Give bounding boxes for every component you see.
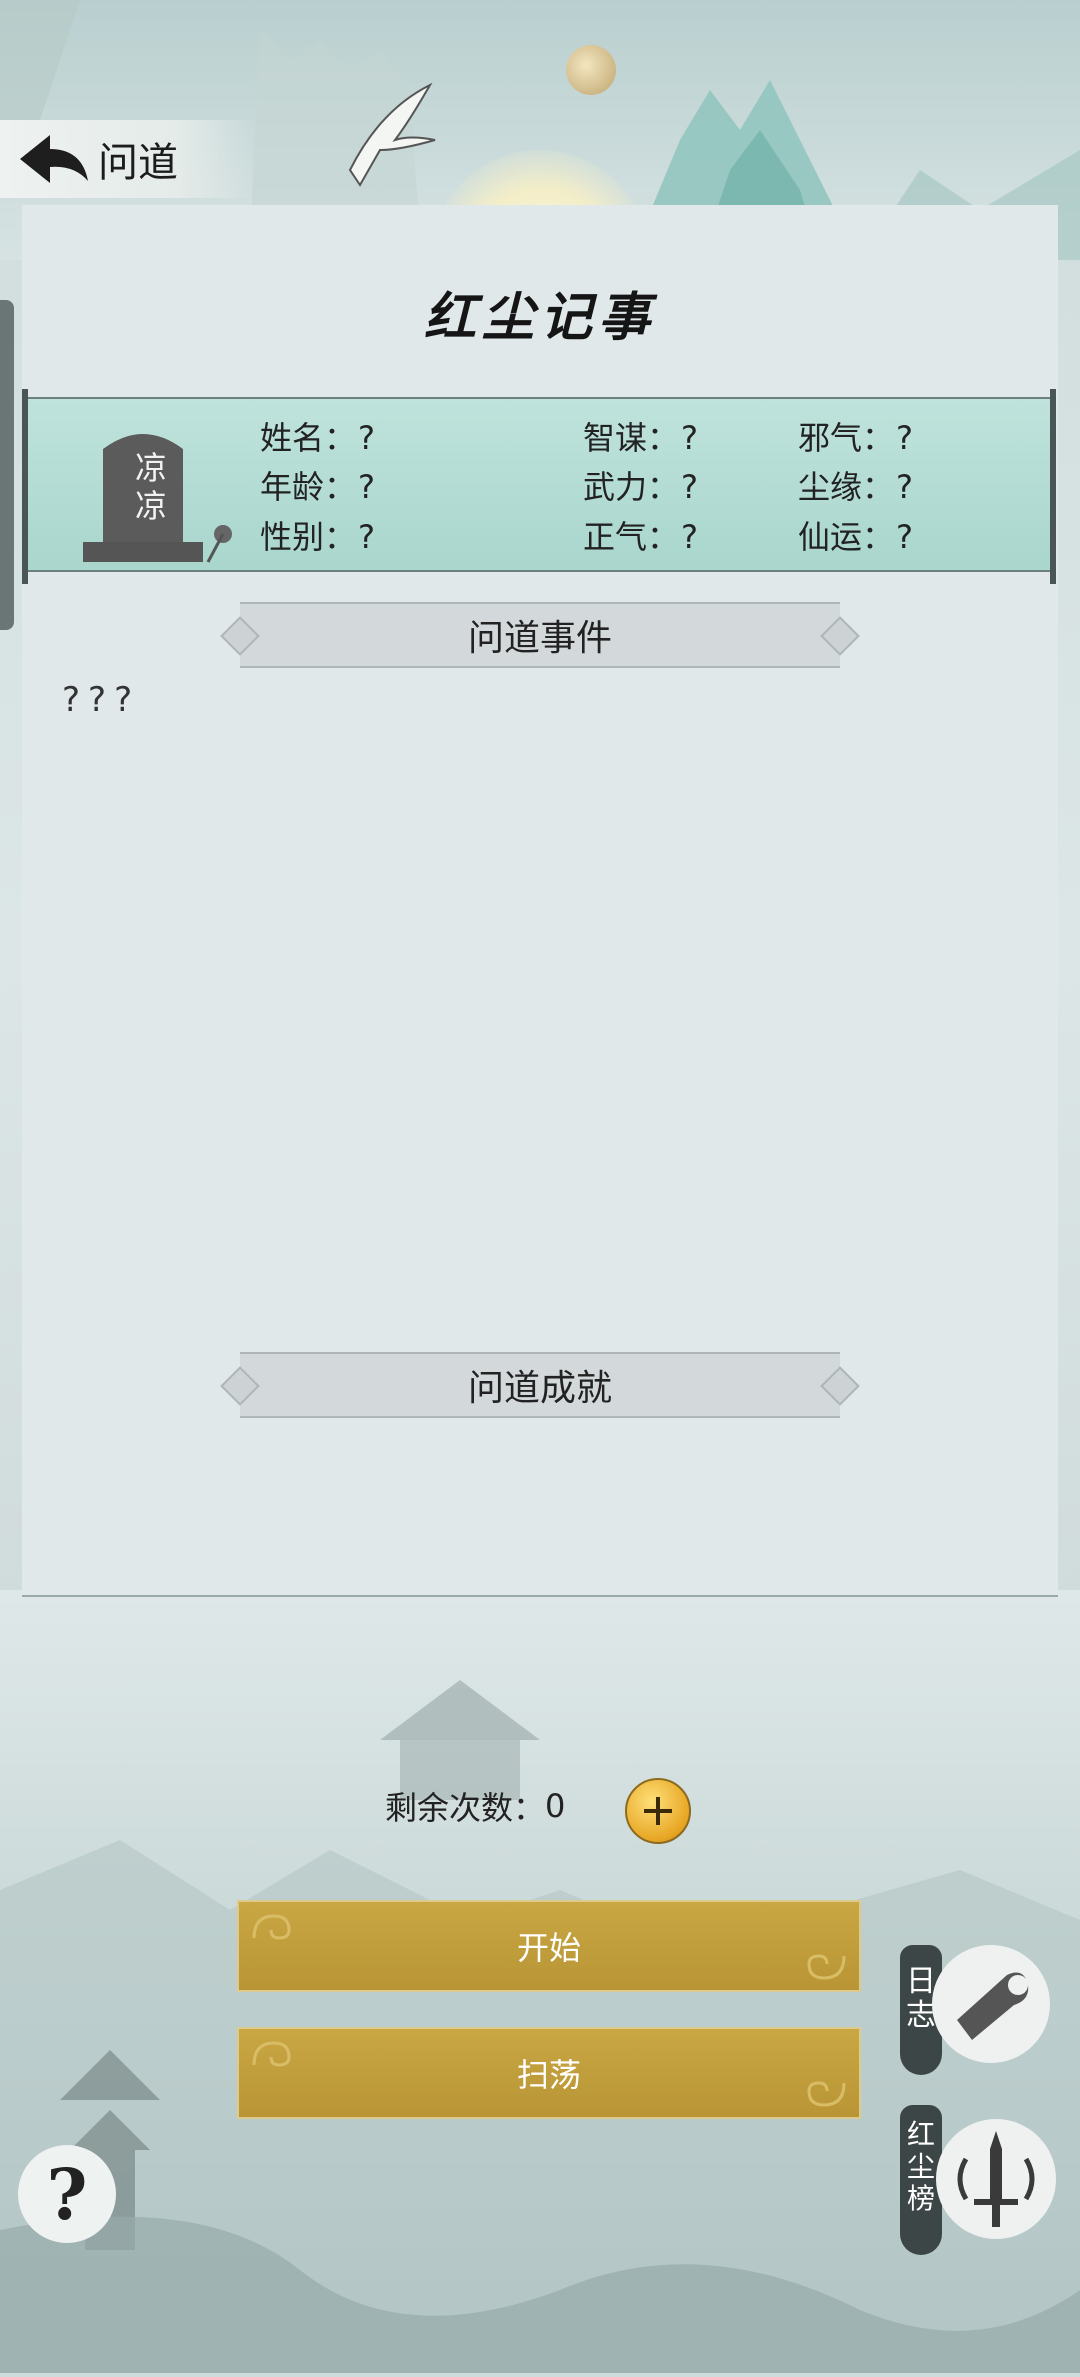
achievements-section-title: 问道成就	[467, 1368, 612, 1409]
attr-name: 姓名：?	[260, 419, 375, 457]
attr-gender: 性别：?	[260, 518, 375, 556]
remaining-count: 剩余次数： 0	[385, 1783, 565, 1829]
moon-icon	[566, 45, 616, 95]
help-question-icon: ?	[46, 2152, 88, 2236]
page-title: 红尘记事	[423, 287, 656, 348]
attr-evil: 邪气：?	[798, 419, 913, 457]
achievements-section-header: 问道成就	[220, 1352, 860, 1418]
events-content: ???	[62, 680, 141, 720]
cloud-swirl-icon	[807, 2081, 846, 2107]
cloud-swirl-icon	[252, 2041, 291, 2067]
sword-icon	[957, 2131, 1035, 2227]
back-label: 问道	[98, 140, 178, 186]
character-info-card: 凉凉 姓名：? 年龄：? 性别：? 智谋：? 武力：? 正气：? 邪气：? 尘缘…	[22, 389, 1056, 584]
back-button[interactable]: 问道	[0, 120, 255, 198]
sweep-button-label: 扫荡	[516, 2056, 581, 2094]
remaining-label: 剩余次数：	[385, 1789, 546, 1827]
plus-icon	[644, 1797, 672, 1825]
log-button[interactable]: 日志	[900, 1945, 1060, 2085]
attr-fate: 尘缘：?	[798, 468, 913, 506]
sword-icon-bg	[936, 2119, 1056, 2239]
attr-age: 年龄：?	[260, 468, 375, 506]
cloud-swirl-icon	[807, 1954, 846, 1980]
scroll-icon-bg	[932, 1945, 1050, 2063]
attr-force: 武力：?	[583, 468, 698, 506]
events-section-title: 问道事件	[467, 618, 612, 659]
back-arrow-icon	[20, 135, 88, 183]
attr-wisdom: 智谋：?	[583, 419, 698, 457]
cloud-swirl-icon	[252, 1914, 291, 1940]
start-button-label: 开始	[516, 1929, 581, 1967]
crane-illustration	[348, 82, 436, 187]
events-section-header: 问道事件	[220, 602, 860, 668]
sweep-button[interactable]: 扫荡	[237, 2027, 861, 2119]
start-button[interactable]: 开始	[237, 1900, 861, 1992]
attr-righteousness: 正气：?	[583, 518, 698, 556]
remaining-value: 0	[545, 1787, 566, 1825]
help-button[interactable]: ?	[18, 2145, 116, 2243]
add-attempts-button[interactable]	[625, 1778, 691, 1844]
scroll-icon	[957, 1972, 1029, 2040]
attr-luck: 仙运：?	[798, 518, 913, 556]
ranking-button[interactable]: 红尘榜	[900, 2105, 1060, 2265]
tombstone-name: 凉凉	[134, 449, 167, 525]
